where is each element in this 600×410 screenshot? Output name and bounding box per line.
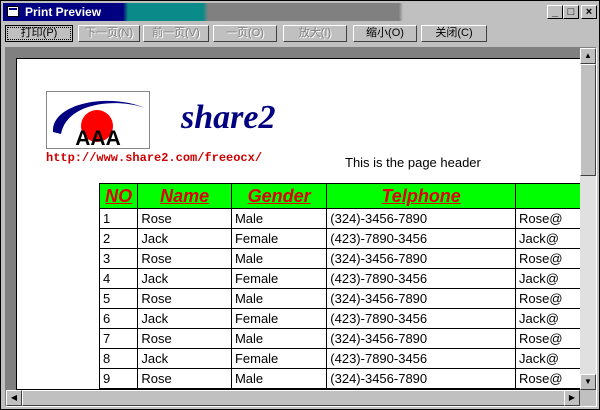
gender-cell: Female <box>230 308 328 329</box>
telphone-cell: (324)-3456-7890 <box>326 248 517 269</box>
window-title: Print Preview <box>25 5 102 19</box>
website-url: http://www.share2.com/freeocx/ <box>46 151 263 165</box>
no-cell: 4 <box>98 268 139 289</box>
gender-cell: Female <box>230 268 328 289</box>
scroll-down-button[interactable]: ▼ <box>580 374 596 390</box>
no-cell: 2 <box>98 228 139 249</box>
no-cell: 7 <box>98 328 139 349</box>
one-page-button[interactable]: 一页(O) <box>213 25 277 42</box>
column-header-gender: Gender <box>230 183 328 209</box>
name-cell: Jack <box>137 348 232 369</box>
name-cell: Rose <box>137 368 232 389</box>
table-body: 1 Rose Male (324)-3456-7890 Rose@ 2 Jack Female… <box>98 208 581 389</box>
column-header-name: Name <box>137 183 232 209</box>
column-header-no: NO <box>98 183 139 209</box>
table-row: 7 Rose Male (324)-3456-7890 Rose@ <box>98 328 581 349</box>
table-row: 3 Rose Male (324)-3456-7890 Rose@ <box>98 248 581 269</box>
no-cell: 8 <box>98 348 139 369</box>
zoom-in-button[interactable]: 放大(I) <box>283 25 347 42</box>
print-button[interactable]: 打印(P) <box>5 25 73 42</box>
name-cell: Rose <box>137 288 232 309</box>
preview-area[interactable]: AAA share2 http://www.share2.com/freeocx… <box>5 47 597 407</box>
preview-page: AAA share2 http://www.share2.com/freeocx… <box>16 58 582 390</box>
logo-text: AAA <box>75 127 121 148</box>
company-logo: AAA <box>46 91 150 149</box>
zoom-out-button[interactable]: 缩小(O) <box>353 25 417 42</box>
gender-cell: Male <box>230 248 328 269</box>
scroll-left-button[interactable]: ◀ <box>6 390 22 406</box>
column-header-telphone: Telphone <box>326 183 517 209</box>
telphone-cell: (423)-7890-3456 <box>326 308 517 329</box>
table-header-row: NO Name Gender Telphone <box>98 183 581 209</box>
vertical-scroll-thumb[interactable] <box>580 64 596 176</box>
no-cell: 6 <box>98 308 139 329</box>
telphone-cell: (324)-3456-7890 <box>326 368 517 389</box>
table-row: 8 Jack Female (423)-7890-3456 Jack@ <box>98 348 581 369</box>
table-row: 6 Jack Female (423)-7890-3456 Jack@ <box>98 308 581 329</box>
column-header-email <box>515 183 581 209</box>
email-cell: Jack@ <box>515 268 581 289</box>
gender-cell: Male <box>230 368 328 389</box>
email-cell: Jack@ <box>515 228 581 249</box>
maximize-button[interactable]: □ <box>563 5 579 19</box>
page-header-text: This is the page header <box>345 155 481 170</box>
telphone-cell: (423)-7890-3456 <box>326 228 517 249</box>
minimize-button[interactable]: _ <box>547 5 563 19</box>
scroll-up-button[interactable]: ▲ <box>580 48 596 64</box>
no-cell: 1 <box>98 208 139 229</box>
telphone-cell: (423)-7890-3456 <box>326 268 517 289</box>
vertical-scrollbar[interactable]: ▲ ▼ <box>580 48 596 390</box>
telphone-cell: (324)-3456-7890 <box>326 328 517 349</box>
name-cell: Rose <box>137 328 232 349</box>
brand-name: share2 <box>181 99 276 136</box>
title-bar[interactable]: Print Preview _ □ × <box>3 3 597 21</box>
toolbar: 打印(P) 下一页(N) 前一页(V) 一页(O) 放大(I) 缩小(O) 关闭… <box>3 23 597 45</box>
horizontal-scrollbar[interactable]: ◀ ▶ <box>6 390 580 406</box>
gender-cell: Male <box>230 328 328 349</box>
table-row: 4 Jack Female (423)-7890-3456 Jack@ <box>98 268 581 289</box>
data-table: NO Name Gender Telphone 1 Rose Male (324)-3… <box>98 183 581 389</box>
email-cell: Rose@ <box>515 288 581 309</box>
email-cell: Rose@ <box>515 248 581 269</box>
next-page-button[interactable]: 下一页(N) <box>78 25 140 42</box>
print-preview-window: Print Preview _ □ × 打印(P) 下一页(N) 前一页(V) … <box>0 0 600 410</box>
telphone-cell: (423)-7890-3456 <box>326 348 517 369</box>
close-window-button[interactable]: × <box>581 5 597 19</box>
gender-cell: Male <box>230 288 328 309</box>
gender-cell: Female <box>230 228 328 249</box>
no-cell: 9 <box>98 368 139 389</box>
name-cell: Jack <box>137 228 232 249</box>
email-cell: Rose@ <box>515 328 581 349</box>
email-cell: Rose@ <box>515 368 581 389</box>
table-row: 5 Rose Male (324)-3456-7890 Rose@ <box>98 288 581 309</box>
close-button[interactable]: 关闭(C) <box>421 25 487 42</box>
email-cell: Jack@ <box>515 308 581 329</box>
telphone-cell: (324)-3456-7890 <box>326 288 517 309</box>
previous-page-button[interactable]: 前一页(V) <box>143 25 209 42</box>
table-row: 2 Jack Female (423)-7890-3456 Jack@ <box>98 228 581 249</box>
email-cell: Jack@ <box>515 348 581 369</box>
gender-cell: Female <box>230 348 328 369</box>
window-icon[interactable] <box>7 6 19 17</box>
name-cell: Jack <box>137 308 232 329</box>
no-cell: 3 <box>98 248 139 269</box>
telphone-cell: (324)-3456-7890 <box>326 208 517 229</box>
name-cell: Rose <box>137 208 232 229</box>
gender-cell: Male <box>230 208 328 229</box>
name-cell: Jack <box>137 268 232 289</box>
table-row: 9 Rose Male (324)-3456-7890 Rose@ <box>98 368 581 389</box>
email-cell: Rose@ <box>515 208 581 229</box>
table-row: 1 Rose Male (324)-3456-7890 Rose@ <box>98 208 581 229</box>
name-cell: Rose <box>137 248 232 269</box>
scrollbar-corner <box>580 390 596 406</box>
no-cell: 5 <box>98 288 139 309</box>
scroll-right-button[interactable]: ▶ <box>564 390 580 406</box>
horizontal-scroll-thumb[interactable] <box>22 390 566 406</box>
